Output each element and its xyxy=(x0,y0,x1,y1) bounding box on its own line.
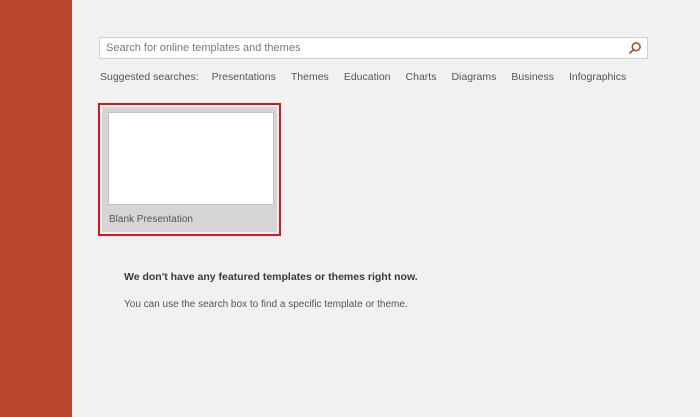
suggested-link-presentations[interactable]: Presentations xyxy=(212,71,276,83)
template-highlight-frame: Blank Presentation xyxy=(98,103,281,236)
suggested-searches-label: Suggested searches: xyxy=(100,71,199,83)
suggested-link-charts[interactable]: Charts xyxy=(406,71,437,83)
template-label: Blank Presentation xyxy=(109,214,193,225)
suggested-link-business[interactable]: Business xyxy=(511,71,554,83)
suggested-link-themes[interactable]: Themes xyxy=(291,71,329,83)
suggested-link-education[interactable]: Education xyxy=(344,71,391,83)
template-thumbnail xyxy=(108,112,274,205)
search-input[interactable] xyxy=(100,38,626,58)
no-featured-message: We don't have any featured templates or … xyxy=(124,271,418,283)
new-presentation-pane: Suggested searches: Presentations Themes… xyxy=(72,0,700,417)
search-icon[interactable] xyxy=(628,41,642,55)
template-search-box xyxy=(99,37,648,59)
suggested-searches: Suggested searches: Presentations Themes… xyxy=(100,70,641,84)
backstage-sidebar xyxy=(0,0,72,417)
suggested-link-infographics[interactable]: Infographics xyxy=(569,71,626,83)
search-hint-message: You can use the search box to find a spe… xyxy=(124,299,408,310)
blank-presentation-tile[interactable]: Blank Presentation xyxy=(102,107,277,232)
suggested-link-diagrams[interactable]: Diagrams xyxy=(451,71,496,83)
